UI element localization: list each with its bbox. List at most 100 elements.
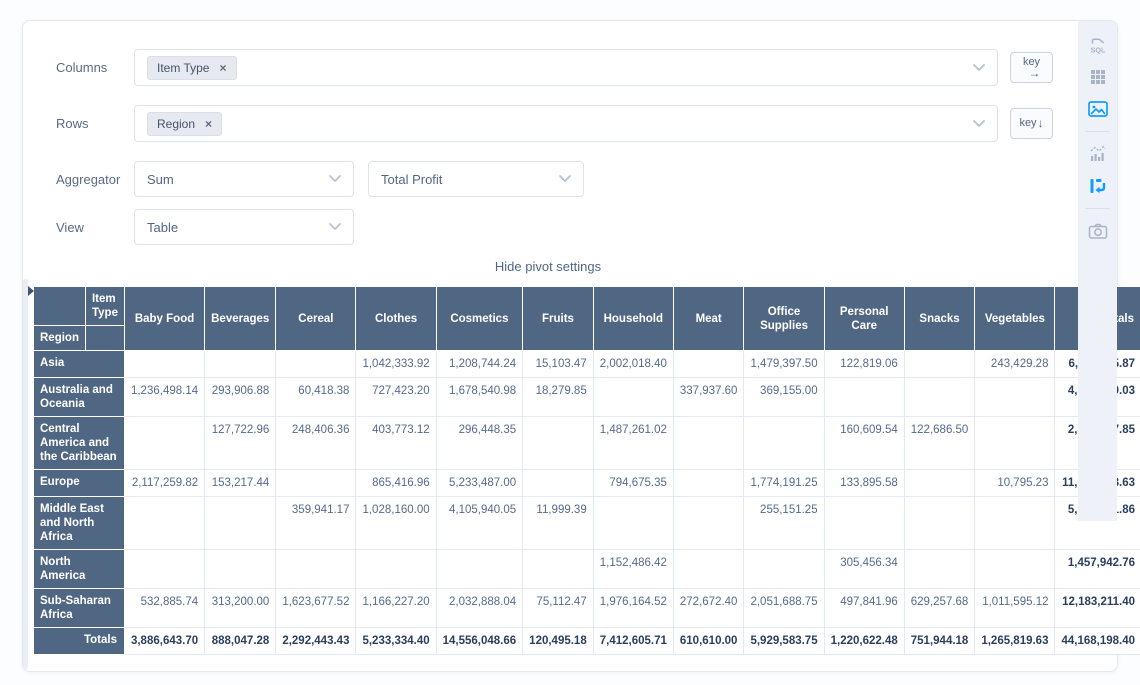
arrow-down-icon: ↓ [1037,118,1044,129]
view-label: View [56,220,134,235]
chevron-down-icon [559,175,571,183]
pivot-cell [593,378,673,417]
pivot-cell [673,417,744,470]
sql-icon[interactable]: SQL [1086,33,1110,57]
panel-splitter[interactable] [23,279,28,669]
pivot-col-total: 120,495.18 [523,628,594,655]
pivot-col-header: Office Supplies [744,287,824,351]
pivot-cell: 1,011,595.12 [975,589,1055,628]
pivot-col-total: 14,556,048.66 [436,628,523,655]
pivot-cell: 153,217.44 [205,470,276,497]
hide-pivot-settings-link[interactable]: Hide pivot settings [33,259,1063,274]
chart-image-icon[interactable] [1086,97,1110,121]
pivot-cell: 122,819.06 [824,351,904,378]
pivot-cell: 272,672.40 [673,589,744,628]
pivot-cell [975,378,1055,417]
pivot-col-total: 751,944.18 [904,628,975,655]
pivot-cell [593,497,673,550]
pivot-cell: 2,117,259.82 [124,470,204,497]
pivot-col-total: 7,412,605.71 [593,628,673,655]
view-value: Table [147,220,178,235]
pivot-data-row: North America1,152,486.42305,456.341,457… [34,550,1140,589]
pivot-row-total: 1,457,942.76 [1055,550,1140,589]
pivot-cell: 2,051,688.75 [744,589,824,628]
pivot-cell: 248,406.36 [276,417,356,470]
pivot-cell [276,470,356,497]
pivot-cell: 122,686.50 [904,417,975,470]
pivot-cell: 1,678,540.98 [436,378,523,417]
rows-select[interactable]: Region × [134,105,998,142]
pivot-cell: 403,773.12 [356,417,436,470]
pivot-cell: 75,112.47 [523,589,594,628]
view-select[interactable]: Table [134,209,354,245]
pivot-col-total: 5,929,583.75 [744,628,824,655]
aggregator-value: Sum [147,172,174,187]
pivot-cell: 60,418.38 [276,378,356,417]
pivot-cell [124,550,204,589]
pivot-cell [356,550,436,589]
columns-select[interactable]: Item Type × [134,49,998,86]
pivot-cell: 127,722.96 [205,417,276,470]
pivot-cell [205,351,276,378]
columns-chip-item-type[interactable]: Item Type × [147,56,237,80]
pivot-data-row: Asia1,042,333.921,208,744.2415,103.472,0… [34,351,1140,378]
pivot-row-total: 12,183,211.40 [1055,589,1140,628]
pivot-cell: 255,151.25 [744,497,824,550]
rows-control-row: Rows Region × key ↓ [23,105,1117,142]
pivot-row-label: Europe [34,470,125,497]
pivot-cell: 160,609.54 [824,417,904,470]
pivot-cell [523,417,594,470]
pivot-cell [124,417,204,470]
pivot-row-label: Sub-Saharan Africa [34,589,125,628]
pivot-cell [904,497,975,550]
analytics-icon[interactable] [1086,142,1110,166]
aggregator-field-value: Total Profit [381,172,442,187]
pivot-cell [673,351,744,378]
pivot-cell: 532,885.74 [124,589,204,628]
columns-sort-key-button[interactable]: key → [1010,52,1053,83]
pivot-cell: 243,429.28 [975,351,1055,378]
remove-chip-icon[interactable]: × [219,63,226,73]
rows-sort-key-button[interactable]: key ↓ [1010,108,1053,139]
pivot-cell [673,497,744,550]
pivot-cell: 337,937.60 [673,378,744,417]
pivot-cell: 2,002,018.40 [593,351,673,378]
pivot-cell [744,417,824,470]
pivot-cell [975,497,1055,550]
pivot-col-header: Personal Care [824,287,904,351]
chevron-down-icon [973,120,985,128]
pivot-col-header: Baby Food [124,287,204,351]
camera-icon[interactable] [1086,219,1110,243]
pivot-empty-header-cell [85,326,124,351]
remove-chip-icon[interactable]: × [205,119,212,129]
pivot-col-header: Cosmetics [436,287,523,351]
chip-label: Region [157,117,195,131]
table-grid-icon[interactable] [1086,65,1110,89]
aggregator-select[interactable]: Sum [134,161,354,197]
toolbar-divider [1085,208,1110,209]
pivot-col-total: 1,220,622.48 [824,628,904,655]
aggregator-field-select[interactable]: Total Profit [368,161,584,197]
pivot-data-row: Sub-Saharan Africa532,885.74313,200.001,… [34,589,1140,628]
view-control-row: View Table [23,209,1117,245]
pivot-cell [205,550,276,589]
pivot-data-row: Middle East and North Africa359,941.171,… [34,497,1140,550]
arrow-right-icon: → [1023,68,1041,79]
pivot-icon[interactable] [1086,174,1110,198]
pivot-cell: 133,895.58 [824,470,904,497]
pivot-cell: 1,236,498.14 [124,378,204,417]
chevron-down-icon [973,64,985,72]
pivot-cell [904,378,975,417]
pivot-data-row: Europe2,117,259.82153,217.44865,416.965,… [34,470,1140,497]
expand-panel-toggle-icon[interactable] [28,286,34,296]
pivot-data-row: Central America and the Caribbean127,722… [34,417,1140,470]
pivot-col-total: 3,886,643.70 [124,628,204,655]
pivot-data-row: Australia and Oceania1,236,498.14293,906… [34,378,1140,417]
pivot-col-header: Cereal [276,287,356,351]
pivot-cell [124,351,204,378]
rows-chip-region[interactable]: Region × [147,112,222,136]
pivot-cell: 497,841.96 [824,589,904,628]
pivot-cell: 1,166,227.20 [356,589,436,628]
pivot-cell: 1,028,160.00 [356,497,436,550]
columns-control-row: Columns Item Type × key → [23,49,1117,86]
